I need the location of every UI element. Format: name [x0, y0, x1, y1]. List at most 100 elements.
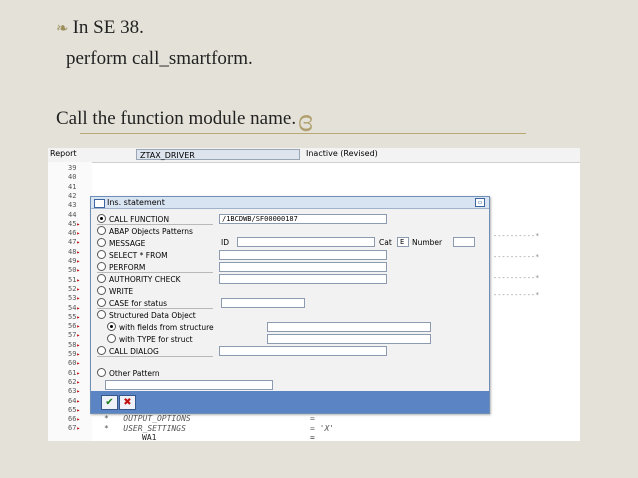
type-struct-field[interactable] — [267, 334, 431, 344]
line-marker-icon: ▸ — [76, 388, 81, 396]
line-number: 50▸ — [68, 266, 81, 275]
structure-field[interactable] — [267, 322, 431, 332]
line-number: 64▸ — [68, 396, 81, 405]
line-marker-icon: ▸ — [76, 323, 81, 331]
option-message[interactable]: MESSAGE — [97, 238, 145, 248]
radio-selected[interactable] — [97, 214, 106, 223]
call-function-field[interactable]: /1BCDWB/SF00000187 — [219, 214, 387, 224]
radio[interactable] — [97, 226, 106, 235]
line-marker-icon: ▸ — [76, 341, 81, 349]
comment-dashes: ----------* — [493, 253, 540, 261]
code-line: * OUTPUT_OPTIONS — [104, 414, 191, 423]
line-number-gutter: 39 40 41 42 43 44 45▸ 46▸ 47▸ 48▸ 49▸ 50▸ 51▸ 52▸ 53▸ 5… — [48, 162, 92, 441]
line-number: 65▸ — [68, 405, 81, 414]
id-label: ID — [221, 238, 229, 247]
radio[interactable] — [97, 238, 106, 247]
option-call-function[interactable]: CALL FUNCTION — [97, 214, 169, 224]
insert-statement-dialog: Ins. statement ▫ CALL FUNCTION /1BCDWB/S… — [90, 196, 490, 414]
cancel-button[interactable]: ✖ — [119, 395, 136, 410]
line-marker-icon: ▸ — [76, 220, 81, 228]
line-number: 48▸ — [68, 247, 81, 256]
cat-label: Cat — [379, 238, 392, 247]
line-marker-icon: ▸ — [76, 378, 81, 386]
code-value: = — [310, 414, 315, 423]
line-number: 47▸ — [68, 238, 81, 247]
case-status-field[interactable] — [221, 298, 305, 308]
option-with-type-for-struct[interactable]: with TYPE for struct — [107, 334, 193, 344]
line-marker-icon: ▸ — [76, 304, 81, 312]
number-label: Number — [412, 238, 443, 247]
option-abap-objects[interactable]: ABAP Objects Patterns — [97, 226, 193, 236]
separator — [97, 356, 213, 357]
option-authority-check[interactable]: AUTHORITY CHECK — [97, 274, 180, 284]
radio-selected[interactable] — [107, 322, 116, 331]
radio[interactable] — [97, 286, 106, 295]
separator — [97, 272, 213, 273]
line-number: 49▸ — [68, 257, 81, 265]
window-icon — [94, 199, 105, 208]
confirm-button[interactable]: ✔ — [101, 395, 118, 410]
select-from-field[interactable] — [219, 250, 387, 260]
line-marker-icon: ▸ — [76, 332, 81, 340]
dialog-title: Ins. statement — [107, 198, 165, 207]
line-marker-icon: ▸ — [76, 285, 81, 293]
line-marker-icon: ▸ — [76, 276, 81, 284]
line-number: 51▸ — [68, 275, 81, 284]
line-marker-icon: ▸ — [76, 351, 81, 358]
radio[interactable] — [97, 346, 106, 355]
line-marker-icon: ▸ — [76, 230, 81, 238]
comment-dashes: ----------* — [493, 291, 540, 299]
line-number: 57▸ — [68, 331, 81, 340]
slide-line-2: perform call_smartform. — [66, 48, 253, 69]
option-perform[interactable]: PERFORM — [97, 262, 145, 272]
line-number: 58▸ — [68, 340, 81, 349]
radio[interactable] — [97, 274, 106, 283]
line-marker-icon: ▸ — [76, 258, 81, 265]
line-marker-icon: ▸ — [76, 248, 81, 256]
line-marker-icon: ▸ — [76, 295, 81, 303]
message-number-field[interactable] — [453, 237, 475, 247]
maximize-icon[interactable]: ▫ — [475, 198, 485, 207]
option-structured-data-object[interactable]: Structured Data Object — [97, 310, 196, 320]
line-number: 46▸ — [68, 229, 81, 238]
line-number: 56▸ — [68, 322, 81, 331]
radio[interactable] — [107, 334, 116, 343]
code-value: = 'X' — [310, 424, 335, 433]
radio[interactable] — [97, 310, 106, 319]
option-with-fields-from-structure[interactable]: with fields from structure — [107, 322, 214, 332]
call-dialog-field[interactable] — [219, 346, 387, 356]
line-number: 40 — [68, 173, 77, 182]
cat-field[interactable]: E — [397, 237, 409, 247]
ornament-icon: ɞ — [298, 102, 314, 139]
option-case-for-status[interactable]: CASE for status — [97, 298, 167, 308]
option-write[interactable]: WRITE — [97, 286, 133, 296]
line-number: 60▸ — [68, 359, 81, 368]
slide-line-3: Call the function module name. — [56, 108, 297, 129]
line-marker-icon: ▸ — [76, 416, 81, 424]
line-number: 67▸ — [68, 424, 81, 433]
slide-line-1-text: In SE 38. — [72, 17, 144, 38]
line-number: 61▸ — [68, 368, 81, 377]
line-number: 63▸ — [68, 387, 81, 396]
editor-header: Report ZTAX_DRIVER Inactive (Revised) — [48, 148, 580, 163]
line-number: 53▸ — [68, 294, 81, 303]
radio[interactable] — [97, 262, 106, 271]
line-marker-icon: ▸ — [76, 406, 81, 414]
report-label: Report — [50, 149, 77, 158]
check-icon: ✔ — [105, 397, 114, 408]
line-number: 45▸ — [68, 219, 81, 228]
close-icon: ✖ — [123, 397, 132, 408]
perform-field[interactable] — [219, 262, 387, 272]
slide-line-1: ❧ In SE 38. — [56, 17, 144, 39]
other-pattern-field[interactable] — [105, 380, 273, 390]
option-call-dialog[interactable]: CALL DIALOG — [97, 346, 159, 356]
line-number: 55▸ — [68, 312, 81, 321]
radio[interactable] — [97, 250, 106, 259]
option-select-from[interactable]: SELECT * FROM — [97, 250, 168, 260]
authority-check-field[interactable] — [219, 274, 387, 284]
option-other-pattern[interactable]: Other Pattern — [97, 368, 160, 378]
radio[interactable] — [97, 368, 106, 377]
message-id-field[interactable] — [237, 237, 375, 247]
radio[interactable] — [97, 298, 106, 307]
report-name-field[interactable]: ZTAX_DRIVER — [136, 149, 300, 160]
